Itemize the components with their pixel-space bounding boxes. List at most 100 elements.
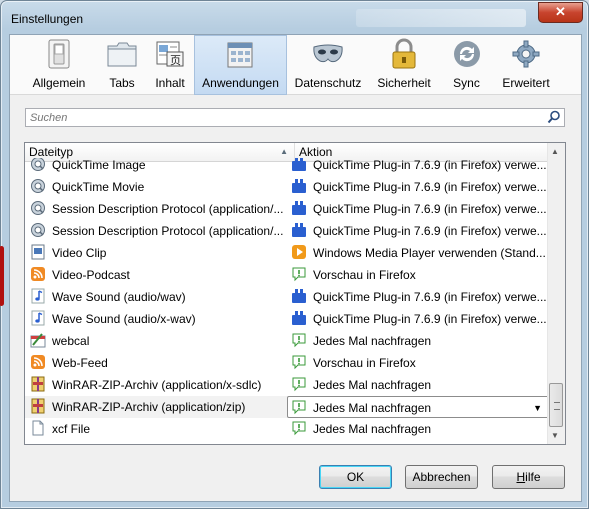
table-row[interactable]: QuickTime Movie QuickTime Plug-in 7.6.9 (… xyxy=(25,176,550,198)
type-cell: Wave Sound (audio/x-wav) xyxy=(30,308,290,330)
winrar-icon xyxy=(30,398,46,414)
type-cell: WinRAR-ZIP-Archiv (application/zip) xyxy=(30,396,290,418)
content-page-icon: 页 xyxy=(154,38,186,70)
action-cell: QuickTime Plug-in 7.6.9 (in Firefox) ver… xyxy=(291,308,549,330)
tab-erweitert[interactable]: Erweitert xyxy=(494,35,558,95)
action-label: QuickTime Plug-in 7.6.9 (in Firefox) ver… xyxy=(313,224,547,238)
action-dropdown[interactable]: Jedes Mal nachfragen ▼ xyxy=(287,396,549,418)
ok-button[interactable]: OK xyxy=(319,465,392,489)
video-clip-icon xyxy=(30,244,46,260)
table-row[interactable]: xcf File Jedes Mal nachfragen xyxy=(25,418,550,440)
type-cell: Video-Podcast xyxy=(30,264,290,286)
preview-icon xyxy=(291,266,307,282)
table-row[interactable]: WinRAR-ZIP-Archiv (application/zip) Jedes… xyxy=(25,396,550,418)
scrollbar-thumb[interactable] xyxy=(549,383,563,427)
action-cell: QuickTime Plug-in 7.6.9 (in Firefox) ver… xyxy=(291,198,549,220)
action-cell: Jedes Mal nachfragen xyxy=(291,374,549,396)
tab-sicherheit[interactable]: Sicherheit xyxy=(369,35,439,95)
type-cell: xcf File xyxy=(30,418,290,440)
action-label: Jedes Mal nachfragen xyxy=(313,378,432,392)
action-cell: QuickTime Plug-in 7.6.9 (in Firefox) ver… xyxy=(291,220,549,242)
help-button[interactable]: Hilfe xyxy=(492,465,565,489)
table-row[interactable]: webcal Jedes Mal nachfragen xyxy=(25,330,550,352)
chevron-down-icon[interactable]: ▼ xyxy=(533,403,542,413)
type-label: QuickTime Image xyxy=(52,158,146,172)
table-row[interactable]: Web-Feed Vorschau in Firefox xyxy=(25,352,550,374)
window-title: Einstellungen xyxy=(11,12,84,26)
type-label: Wave Sound (audio/x-wav) xyxy=(52,312,196,326)
rss-feed-icon xyxy=(30,354,46,370)
table-row[interactable]: QuickTime Image QuickTime Plug-in 7.6.9 (… xyxy=(25,158,550,176)
cancel-button[interactable]: Abbrechen xyxy=(405,465,478,489)
preview-icon xyxy=(291,354,307,370)
ask-icon xyxy=(291,420,307,436)
scroll-down-icon[interactable]: ▼ xyxy=(551,431,559,440)
table-row[interactable]: Video Clip Windows Media Player verwenden… xyxy=(25,242,550,264)
type-cell: Session Description Protocol (applicatio… xyxy=(30,220,290,242)
table-row[interactable]: Session Description Protocol (applicatio… xyxy=(25,220,550,242)
action-cell: Vorschau in Firefox xyxy=(291,264,549,286)
plugin-icon xyxy=(291,310,307,326)
table-row[interactable]: Session Description Protocol (applicatio… xyxy=(25,198,550,220)
action-label: Windows Media Player verwenden (Stand... xyxy=(313,246,546,260)
action-label: QuickTime Plug-in 7.6.9 (in Firefox) ver… xyxy=(313,180,547,194)
folder-tabs-icon xyxy=(106,38,138,70)
type-label: Session Description Protocol (applicatio… xyxy=(52,202,284,216)
type-label: WinRAR-ZIP-Archiv (application/x-sdlc) xyxy=(52,378,262,392)
table-row[interactable]: Video-Podcast Vorschau in Firefox xyxy=(25,264,550,286)
search-icon[interactable] xyxy=(547,110,561,127)
tab-label: Sicherheit xyxy=(377,76,431,90)
tab-label: Datenschutz xyxy=(294,76,362,90)
tab-anwendungen[interactable]: Anwendungen xyxy=(194,35,287,95)
type-cell: Session Description Protocol (applicatio… xyxy=(30,198,290,220)
search-input[interactable] xyxy=(26,109,544,126)
action-label: QuickTime Plug-in 7.6.9 (in Firefox) ver… xyxy=(313,290,547,304)
type-label: Session Description Protocol (applicatio… xyxy=(52,224,284,238)
type-cell: Web-Feed xyxy=(30,352,290,374)
close-button[interactable]: ✕ xyxy=(538,2,583,23)
scroll-up-icon[interactable]: ▲ xyxy=(551,147,559,156)
type-label: Web-Feed xyxy=(52,356,108,370)
dialog-content: Allgemein Tabs 页 Inhalt Anwendungen Date… xyxy=(9,34,582,502)
plugin-icon xyxy=(291,288,307,304)
action-label: QuickTime Plug-in 7.6.9 (in Firefox) ver… xyxy=(313,312,547,326)
table-row[interactable]: Wave Sound (audio/wav) QuickTime Plug-in … xyxy=(25,286,550,308)
tab-tabs[interactable]: Tabs xyxy=(98,35,146,95)
type-cell: Video Clip xyxy=(30,242,290,264)
svg-text:页: 页 xyxy=(170,54,181,67)
titlebar-background xyxy=(356,9,526,27)
ask-icon xyxy=(291,399,307,415)
tab-datenschutz[interactable]: Datenschutz xyxy=(287,35,369,95)
tab-sync[interactable]: Sync xyxy=(439,35,494,95)
action-cell: Windows Media Player verwenden (Stand... xyxy=(291,242,549,264)
tab-label: Erweitert xyxy=(502,76,550,90)
type-label: Video Clip xyxy=(52,246,107,260)
quicktime-icon xyxy=(30,158,46,172)
tab-allgemein[interactable]: Allgemein xyxy=(20,35,98,95)
table-row[interactable]: Wave Sound (audio/x-wav) QuickTime Plug-i… xyxy=(25,308,550,330)
type-label: WinRAR-ZIP-Archiv (application/zip) xyxy=(52,400,246,414)
tab-label: Allgemein xyxy=(32,76,86,90)
webcal-icon xyxy=(30,332,46,348)
media-player-icon xyxy=(291,244,307,260)
quicktime-icon xyxy=(30,222,46,238)
vertical-scrollbar[interactable]: ▲ ▼ xyxy=(547,143,565,444)
preferences-window: Einstellungen ✕ Allgemein Tabs 页 Inhalt … xyxy=(0,0,589,509)
search-box xyxy=(25,108,565,127)
tab-inhalt[interactable]: 页 Inhalt xyxy=(146,35,194,95)
quicktime-icon xyxy=(30,178,46,194)
column-title: Aktion xyxy=(299,145,333,159)
table-row[interactable]: WinRAR-ZIP-Archiv (application/x-sdlc) Je… xyxy=(25,374,550,396)
sync-icon xyxy=(451,38,483,70)
music-note-icon xyxy=(30,288,46,304)
file-icon xyxy=(30,420,46,436)
quicktime-icon xyxy=(30,200,46,216)
applications-icon xyxy=(225,38,257,70)
action-cell: Jedes Mal nachfragen xyxy=(291,397,531,419)
action-label: Vorschau in Firefox xyxy=(313,356,416,370)
type-cell: QuickTime Image xyxy=(30,158,290,176)
winrar-icon xyxy=(30,376,46,392)
action-cell: QuickTime Plug-in 7.6.9 (in Firefox) ver… xyxy=(291,286,549,308)
tab-label: Tabs xyxy=(109,76,135,90)
handlers-list[interactable]: Dateityp ▲ Aktion QuickTime Image QuickTi… xyxy=(24,142,566,445)
